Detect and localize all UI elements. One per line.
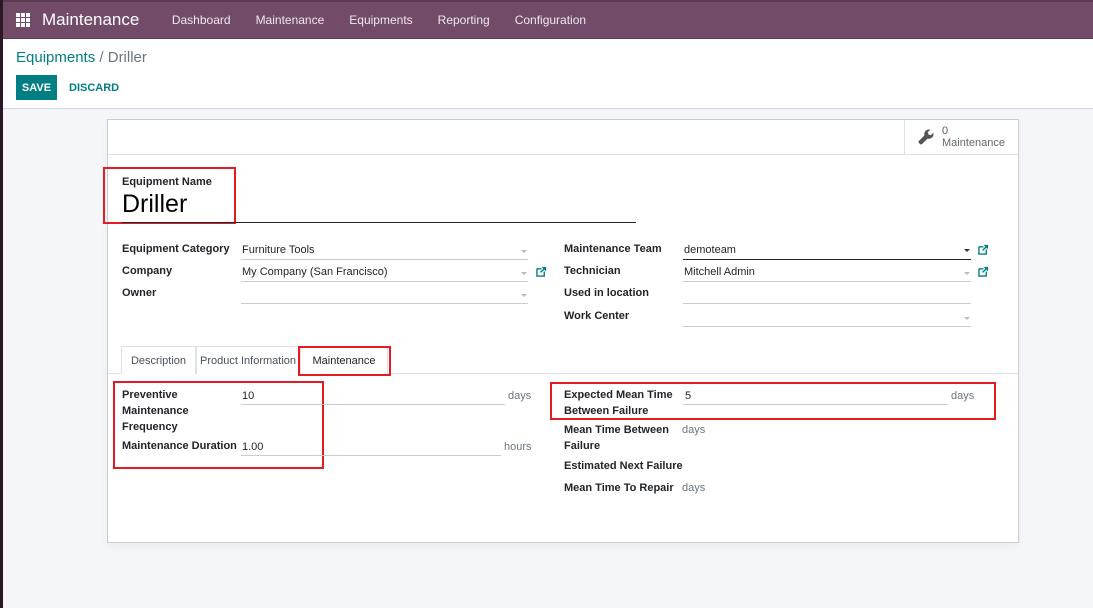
expected-mtbf-underline [683, 404, 948, 405]
control-panel: Equipments / Driller SAVE DISCARD [3, 39, 1093, 109]
maintenance-team-field[interactable]: demoteam [684, 244, 736, 256]
category-dropdown-caret-icon[interactable] [521, 250, 527, 253]
expected-mtbf-label: Expected Mean Time Between Failure [564, 389, 673, 417]
nav-equipments[interactable]: Equipments [337, 13, 425, 27]
stat-label: Maintenance [942, 137, 1005, 149]
equipment-category-field[interactable]: Furniture Tools [242, 244, 315, 256]
company-external-link-icon[interactable] [536, 266, 547, 277]
team-dropdown-caret-icon[interactable] [964, 249, 970, 252]
equipment-name-label: Equipment Name [122, 176, 212, 188]
mtbf-label: Mean Time Between Failure [564, 424, 669, 452]
mttr-label: Mean Time To Repair [564, 482, 674, 494]
technician-dropdown-caret-icon[interactable] [964, 272, 970, 275]
maintenance-duration-input[interactable]: 1.00 [242, 441, 263, 453]
nav-dashboard[interactable]: Dashboard [159, 13, 243, 27]
stat-text: 0 Maintenance [942, 125, 1005, 149]
company-label: Company [122, 265, 173, 277]
company-underline [241, 281, 528, 282]
equipment-category-underline [241, 259, 528, 260]
apps-grid-icon[interactable] [16, 13, 30, 27]
stat-value: 0 [942, 125, 949, 137]
breadcrumb-parent[interactable]: Equipments [16, 49, 95, 66]
form-sheet: 0 Maintenance Equipment Name Driller Equ… [103, 119, 1019, 543]
wrench-icon [918, 129, 934, 145]
window-edge [0, 0, 3, 608]
equipment-name-underline [122, 222, 636, 223]
nav-maintenance[interactable]: Maintenance [243, 13, 337, 27]
nav-reporting[interactable]: Reporting [425, 13, 502, 27]
tab-description[interactable]: Description [121, 346, 196, 374]
work-center-underline [683, 326, 971, 327]
expected-mtbf-unit: days [951, 390, 975, 402]
nav-configuration[interactable]: Configuration [502, 13, 598, 27]
owner-underline [241, 303, 528, 304]
maintenance-duration-unit: hours [504, 441, 532, 453]
technician-field[interactable]: Mitchell Admin [684, 266, 755, 278]
team-external-link-icon[interactable] [978, 244, 989, 255]
top-navbar: Maintenance Dashboard Maintenance Equipm… [0, 0, 1093, 39]
used-in-location-underline [683, 303, 971, 304]
owner-label: Owner [122, 287, 157, 299]
breadcrumb-current: Driller [107, 49, 147, 66]
equipment-name-input[interactable]: Driller [122, 190, 187, 219]
technician-underline [683, 281, 971, 282]
technician-external-link-icon[interactable] [978, 266, 989, 277]
breadcrumb: Equipments / Driller [16, 49, 147, 66]
button-box: 0 Maintenance [108, 120, 1018, 155]
maintenance-duration-label: Maintenance Duration [122, 440, 237, 452]
preventive-maintenance-frequency-label: Preventive Maintenance Frequency [122, 389, 189, 433]
preventive-frequency-underline [241, 404, 505, 405]
maintenance-duration-underline [241, 455, 501, 456]
maintenance-team-label: Maintenance Team [564, 243, 662, 255]
equipment-category-label: Equipment Category [122, 243, 230, 255]
technician-label: Technician [564, 265, 621, 277]
notebook-tabs: Description Product Information Maintena… [108, 346, 1018, 375]
save-button[interactable]: SAVE [16, 75, 57, 100]
mttr-unit: days [682, 482, 706, 494]
highlight-box-tab [298, 346, 391, 376]
company-dropdown-caret-icon[interactable] [521, 272, 527, 275]
maintenance-stat-button[interactable]: 0 Maintenance [904, 120, 1018, 154]
expected-mtbf-input[interactable]: 5 [685, 390, 691, 402]
breadcrumb-separator: / [99, 49, 104, 66]
work-center-dropdown-caret-icon[interactable] [964, 317, 970, 320]
maintenance-team-underline [683, 259, 971, 260]
preventive-frequency-input[interactable]: 10 [242, 390, 254, 402]
preventive-frequency-unit: days [508, 390, 532, 402]
app-brand[interactable]: Maintenance [42, 10, 139, 30]
discard-button[interactable]: DISCARD [69, 75, 119, 100]
tab-product-information[interactable]: Product Information [196, 346, 300, 374]
mtbf-unit: days [682, 424, 706, 436]
company-field[interactable]: My Company (San Francisco) [242, 266, 388, 278]
estimated-next-failure-label: Estimated Next Failure [564, 460, 683, 472]
owner-dropdown-caret-icon[interactable] [521, 294, 527, 297]
work-center-label: Work Center [564, 310, 630, 322]
used-in-location-label: Used in location [564, 287, 649, 299]
